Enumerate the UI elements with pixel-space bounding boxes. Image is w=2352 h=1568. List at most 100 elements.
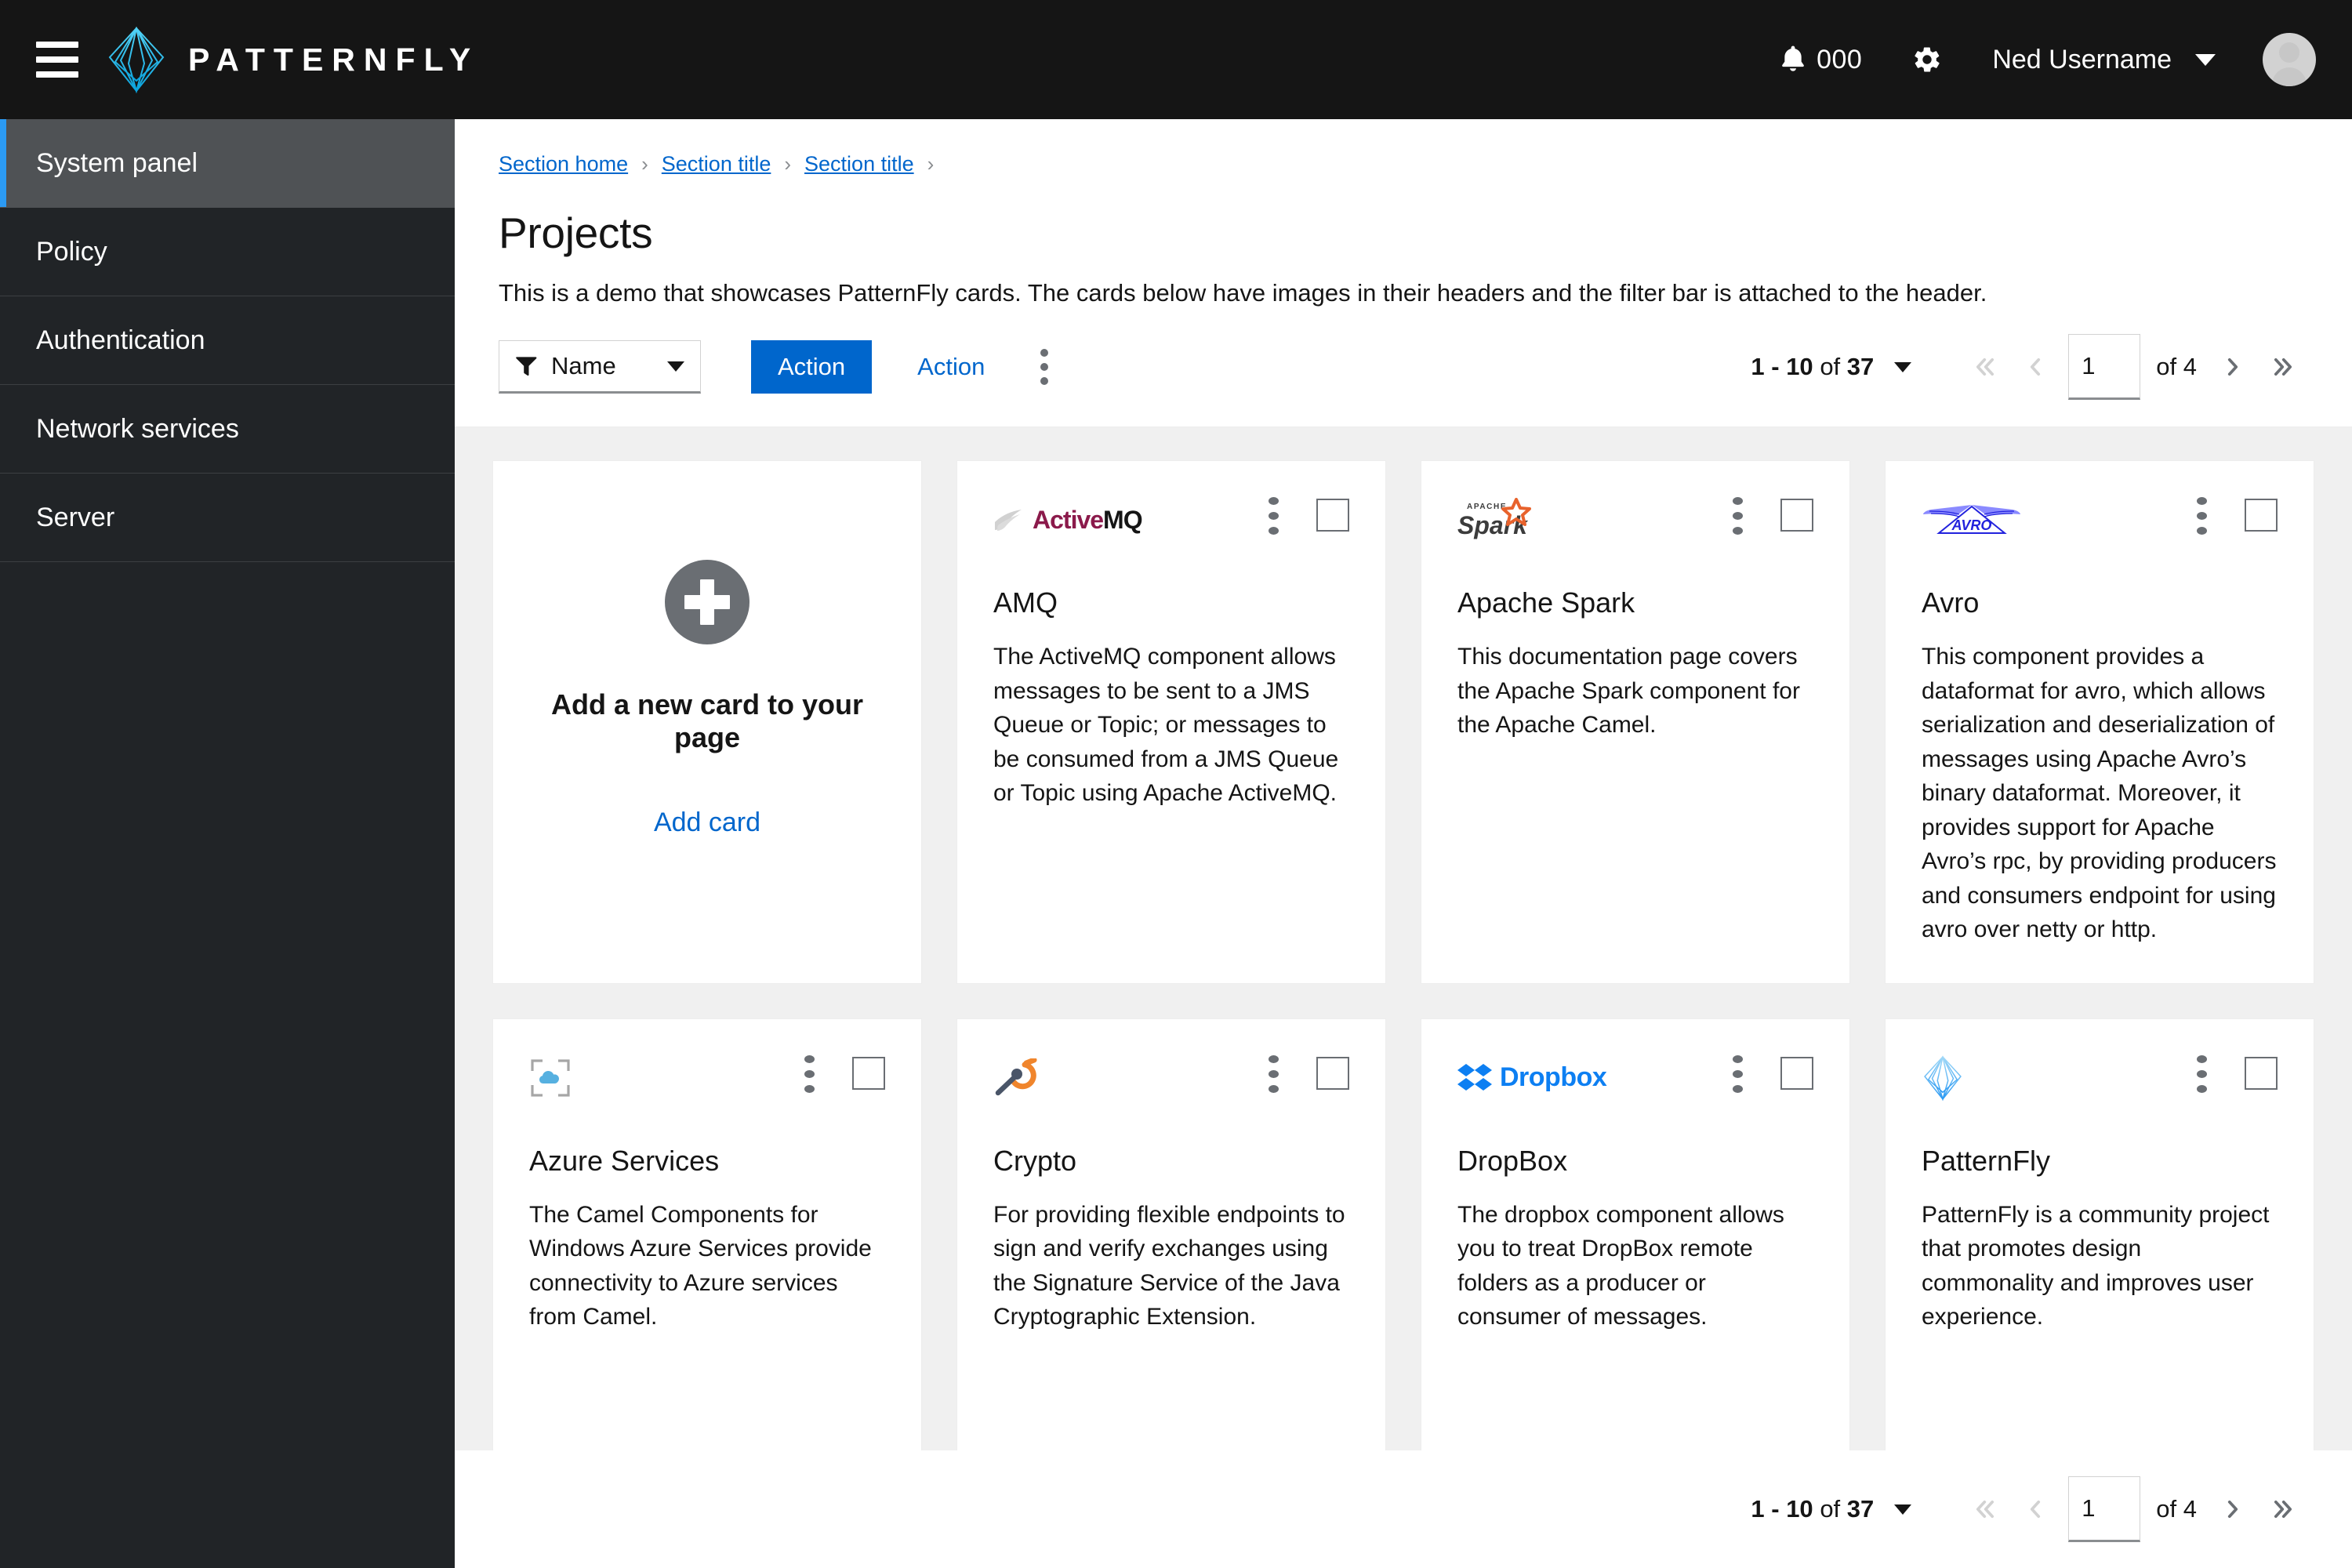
pagination-last-button[interactable] — [2258, 342, 2308, 392]
pagination-of: of — [1820, 1495, 1841, 1523]
sidebar-item-authentication[interactable]: Authentication — [0, 296, 455, 385]
sidebar-item-label: Authentication — [36, 325, 205, 355]
kebab-dot — [804, 1084, 815, 1093]
pagination-previous-button[interactable] — [2010, 1484, 2060, 1534]
kebab-dot — [1732, 497, 1743, 505]
dropbox-logo-graphic — [1457, 1063, 1492, 1091]
add-card-title: Add a new card to your page — [550, 688, 864, 753]
pagination-options-toggle[interactable] — [1894, 361, 1912, 372]
angle-left-icon — [2031, 1500, 2041, 1519]
secondary-action-button[interactable]: Action — [894, 340, 1008, 394]
kebab-dot — [1268, 1084, 1279, 1093]
breadcrumb-item-1[interactable]: Section title — [662, 152, 771, 176]
sidebar-item-policy[interactable]: Policy — [0, 208, 455, 296]
pagination-page-input[interactable] — [2068, 334, 2141, 400]
card-azure-services[interactable]: Azure Services The Camel Components for … — [492, 1018, 922, 1450]
activemq-logo-icon: ActiveMQ — [993, 497, 1143, 543]
card-title: Azure Services — [529, 1144, 720, 1177]
sidebar-item-server[interactable]: Server — [0, 474, 455, 562]
kebab-dot — [2196, 1054, 2207, 1063]
primary-action-button[interactable]: Action — [751, 340, 873, 394]
toolbar-kebab-icon[interactable] — [1022, 340, 1066, 394]
hamburger-bar — [36, 56, 78, 63]
hamburger-bar — [36, 42, 78, 48]
card-checkbox[interactable] — [1316, 1056, 1349, 1090]
card-crypto[interactable]: Crypto For providing flexible endpoints … — [956, 1018, 1386, 1450]
notifications-button[interactable]: 000 — [1755, 22, 1887, 97]
card-avro[interactable]: AVRO Avro This component provides a data… — [1885, 460, 2314, 984]
plus-circle-icon[interactable] — [665, 560, 750, 644]
brand[interactable]: PATTERNFLY — [107, 26, 479, 93]
main-content: Section home › Section title › Section t… — [455, 119, 2352, 1568]
hamburger-icon[interactable] — [36, 38, 80, 82]
sidebar-item-label: Policy — [36, 236, 107, 267]
card-apache-spark[interactable]: APACHE Spark Apache Spark This documenta… — [1421, 460, 1850, 984]
card-header — [993, 1054, 1349, 1105]
card-patternfly[interactable]: PatternFly PatternFly is a community pro… — [1885, 1018, 2314, 1450]
card-kebab-icon[interactable] — [794, 1054, 824, 1093]
card-checkbox[interactable] — [1780, 1056, 1813, 1090]
masthead-toolbar: 000 Ned Username — [1755, 22, 2316, 97]
kebab-dot — [1268, 512, 1279, 520]
sidebar-item-network-services[interactable]: Network services — [0, 385, 455, 474]
card-checkbox[interactable] — [1316, 499, 1349, 532]
kebab-dot — [2196, 1069, 2207, 1078]
apache-spark-logo-icon: APACHE Spark — [1457, 497, 1539, 543]
kebab-dot — [804, 1069, 815, 1078]
avatar[interactable] — [2263, 33, 2316, 86]
filter-select[interactable]: Name — [499, 340, 701, 394]
card-kebab-icon[interactable] — [2187, 1054, 2216, 1093]
kebab-dot — [1040, 349, 1049, 357]
pagination-last-button[interactable] — [2258, 1484, 2308, 1534]
angle-double-left-icon — [1976, 358, 1994, 376]
pagination-options-toggle[interactable] — [1894, 1504, 1912, 1515]
card-kebab-icon[interactable] — [1722, 1054, 1752, 1093]
card-header — [1922, 1054, 2278, 1105]
card-title: Avro — [1922, 586, 1980, 619]
kebab-dot — [2196, 512, 2207, 520]
card-actions — [1258, 497, 1349, 535]
pagination-range: 1 - 10 — [1751, 353, 1813, 380]
chevron-down-icon — [667, 361, 684, 372]
card-actions — [1258, 1054, 1349, 1093]
card-checkbox[interactable] — [2245, 1056, 2278, 1090]
user-menu[interactable]: Ned Username — [1967, 22, 2241, 97]
pagination-page-input[interactable] — [2068, 1476, 2141, 1542]
breadcrumb-item-0[interactable]: Section home — [499, 152, 628, 176]
breadcrumb-item-2[interactable]: Section title — [804, 152, 914, 176]
add-card-link[interactable]: Add card — [654, 808, 760, 838]
card-kebab-icon[interactable] — [1722, 497, 1752, 535]
pagination-first-button[interactable] — [1960, 342, 2010, 392]
sidebar-item-label: Network services — [36, 413, 239, 444]
sidebar-item-system-panel[interactable]: System panel — [0, 119, 455, 208]
kebab-dot — [1732, 1054, 1743, 1063]
pagination-first-button[interactable] — [1960, 1484, 2010, 1534]
card-checkbox[interactable] — [1780, 499, 1813, 532]
avro-logo-icon: AVRO — [1922, 497, 2022, 543]
kebab-dot — [2196, 1084, 2207, 1093]
card-dropbox[interactable]: Dropbox DropBox The dropbox component al… — [1421, 1018, 1850, 1450]
card-title: PatternFly — [1922, 1144, 2051, 1177]
kebab-dot — [804, 1054, 815, 1063]
card-amq[interactable]: ActiveMQ AMQ The ActiveMQ component allo… — [956, 460, 1386, 984]
add-card-tile[interactable]: Add a new card to your page Add card — [492, 460, 922, 984]
card-kebab-icon[interactable] — [1258, 1054, 1288, 1093]
kebab-dot — [1732, 512, 1743, 520]
card-checkbox[interactable] — [2245, 499, 2278, 532]
kebab-dot — [2196, 497, 2207, 505]
card-kebab-icon[interactable] — [2187, 497, 2216, 535]
svg-text:Spark: Spark — [1457, 511, 1529, 539]
card-checkbox[interactable] — [852, 1056, 885, 1090]
settings-button[interactable] — [1887, 22, 1967, 97]
azure-logo-icon — [529, 1055, 572, 1101]
card-header: ActiveMQ — [993, 497, 1349, 547]
pagination-next-button[interactable] — [2208, 1484, 2258, 1534]
page-header: Section home › Section title › Section t… — [455, 119, 2352, 307]
kebab-dot — [2196, 527, 2207, 535]
pagination-next-button[interactable] — [2208, 342, 2258, 392]
avatar-body — [2272, 67, 2307, 86]
card-kebab-icon[interactable] — [1258, 497, 1288, 535]
pagination-previous-button[interactable] — [2010, 342, 2060, 392]
page-title: Projects — [499, 209, 653, 257]
toolbar: Name Action Action 1 - 10 of 37 1 of 4 — [455, 307, 2352, 426]
